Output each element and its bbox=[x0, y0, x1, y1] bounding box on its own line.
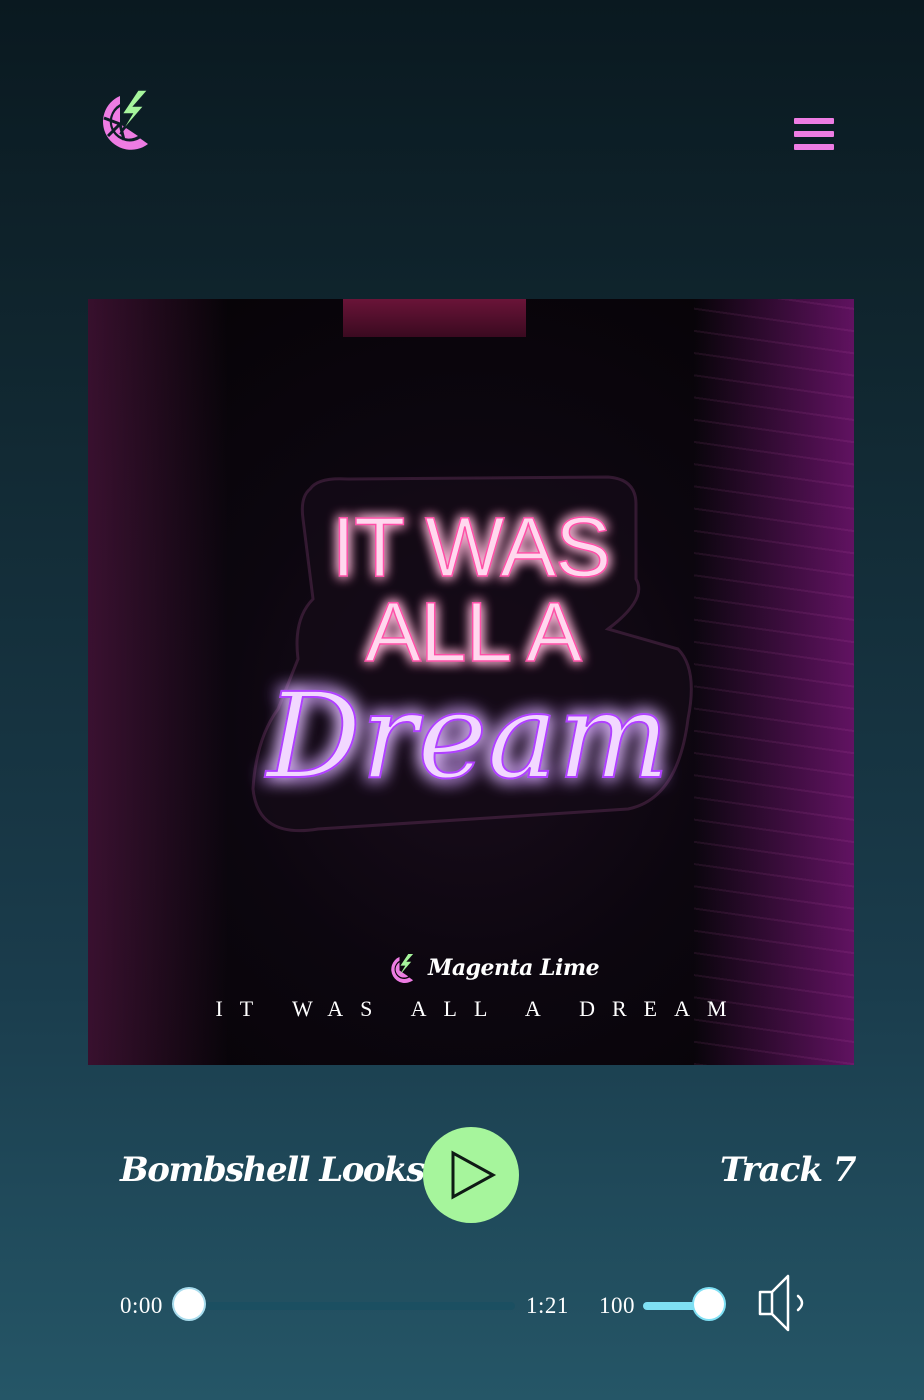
track-number: Track 7 bbox=[720, 1150, 857, 1190]
neon-line-2: ALL A bbox=[365, 585, 582, 679]
hamburger-menu-icon[interactable] bbox=[794, 118, 834, 156]
logo-icon[interactable] bbox=[86, 88, 156, 158]
brand-logo-icon bbox=[391, 953, 414, 983]
current-time: 0:00 bbox=[120, 1293, 163, 1318]
neon-line-1: IT WAS bbox=[332, 500, 611, 594]
volume-thumb[interactable] bbox=[694, 1289, 724, 1319]
total-time: 1:21 bbox=[526, 1293, 569, 1318]
menu-bar bbox=[794, 131, 834, 137]
seek-thumb[interactable] bbox=[174, 1289, 204, 1319]
album-brand-name: Magenta Lime bbox=[428, 955, 600, 981]
volume-value: 100 bbox=[599, 1293, 635, 1318]
speaker-icon[interactable] bbox=[756, 1272, 812, 1334]
neon-line-3: Dream bbox=[264, 667, 669, 805]
play-button[interactable] bbox=[423, 1127, 519, 1223]
play-icon bbox=[451, 1150, 497, 1200]
album-cover: IT WAS ALL A Dream bbox=[88, 299, 854, 1065]
album-title: IT WAS ALL A DREAM bbox=[215, 996, 744, 1021]
seek-bar[interactable] bbox=[189, 1302, 515, 1310]
track-name: Bombshell Looks bbox=[120, 1150, 425, 1190]
menu-bar bbox=[794, 118, 834, 124]
neon-sign: IT WAS ALL A Dream bbox=[251, 475, 693, 833]
menu-bar bbox=[794, 144, 834, 150]
